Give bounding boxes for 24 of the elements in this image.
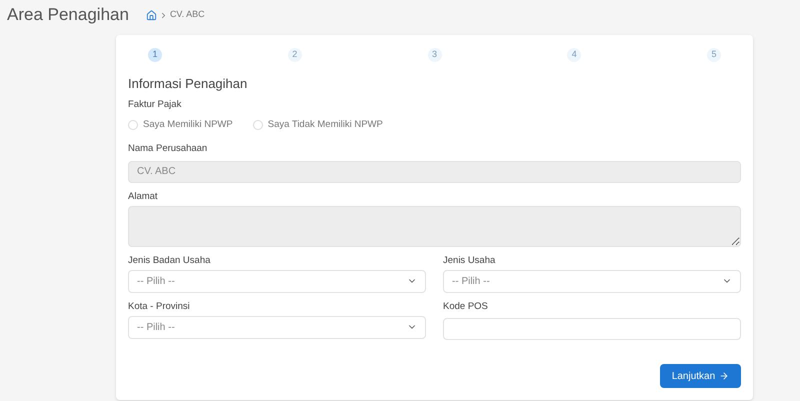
step-indicator[interactable]: 2 bbox=[288, 48, 302, 62]
step-indicator[interactable]: 3 bbox=[428, 48, 442, 62]
step-indicator[interactable]: 1 bbox=[148, 48, 162, 62]
form-title: Informasi Penagihan bbox=[128, 76, 248, 92]
dropdown-field[interactable]: -- Pilih -- bbox=[443, 270, 741, 292]
step-indicator[interactable]: 5 bbox=[707, 48, 721, 62]
step-indicator[interactable]: 4 bbox=[567, 48, 582, 62]
dropdown-field[interactable]: -- Pilih -- bbox=[128, 316, 426, 338]
field-label: Faktur Pajak bbox=[128, 99, 182, 110]
home-icon[interactable] bbox=[146, 10, 157, 20]
dropdown-field[interactable]: -- Pilih -- bbox=[128, 270, 426, 292]
breadcrumb-item[interactable]: CV. ABC bbox=[170, 8, 205, 22]
field-label: Kode POS bbox=[443, 300, 489, 312]
field-label: Kota - Provinsi bbox=[128, 300, 191, 312]
field-label: Nama Perusahaan bbox=[128, 143, 208, 154]
text-field[interactable] bbox=[443, 318, 741, 340]
radio-option[interactable]: Saya Memiliki NPWP bbox=[128, 119, 233, 130]
page-title: Area Penagihan bbox=[7, 4, 129, 26]
field-label: Alamat bbox=[128, 190, 159, 202]
continue-button[interactable]: Lanjutkan bbox=[660, 364, 741, 388]
field-label: Jenis Usaha bbox=[443, 254, 496, 266]
arrow-right-icon bbox=[719, 371, 730, 381]
radio-option[interactable]: Saya Tidak Memiliki NPWP bbox=[252, 119, 383, 130]
field-label: Jenis Badan Usaha bbox=[128, 254, 212, 266]
